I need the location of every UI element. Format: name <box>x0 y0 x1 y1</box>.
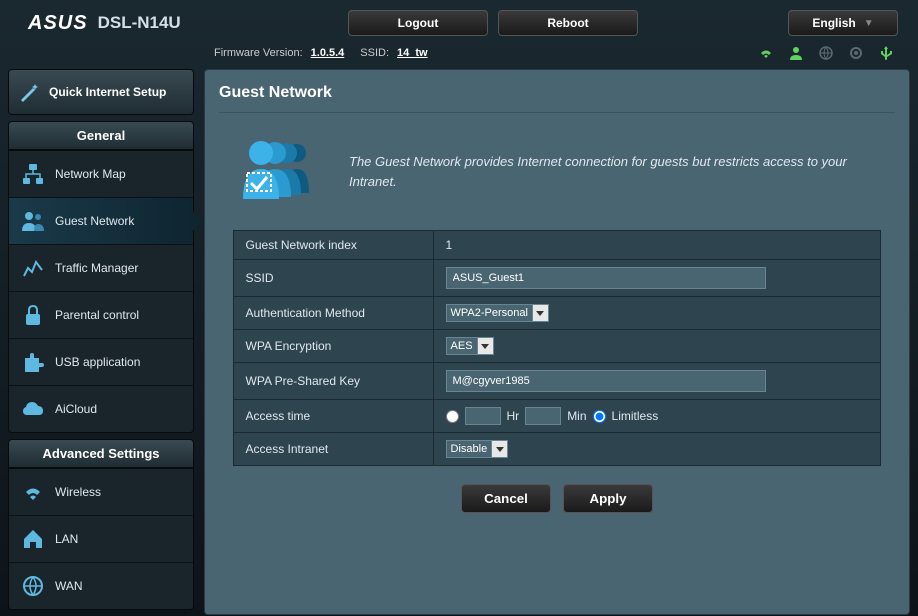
dropdown-arrow-icon <box>491 440 508 458</box>
cloud-icon <box>21 397 45 421</box>
psk-input[interactable] <box>446 370 766 392</box>
language-label: English <box>812 16 855 30</box>
limitless-radio[interactable] <box>593 410 606 423</box>
globe-icon[interactable] <box>818 45 834 61</box>
wireless-icon <box>21 480 45 504</box>
guest-network-icon <box>21 209 45 233</box>
qis-label: Quick Internet Setup <box>49 85 166 99</box>
puzzle-icon <box>21 350 45 374</box>
encryption-select[interactable]: AES <box>446 337 494 355</box>
encryption-select-value: AES <box>446 337 477 355</box>
apply-button[interactable]: Apply <box>563 484 653 513</box>
wand-icon <box>17 80 41 104</box>
model-name: DSL-N14U <box>98 13 181 33</box>
chevron-down-icon: ▼ <box>864 18 874 29</box>
index-label: Guest Network index <box>233 231 433 260</box>
sidebar-item-parental-control[interactable]: Parental control <box>9 292 193 339</box>
auth-label: Authentication Method <box>233 297 433 330</box>
access-time-label: Access time <box>233 400 433 433</box>
settings-table: Guest Network index 1 SSID Authenticatio… <box>233 230 882 466</box>
ssid-input[interactable] <box>446 267 766 289</box>
ssid-value[interactable]: 14_tw <box>397 47 428 59</box>
index-value: 1 <box>433 231 881 260</box>
intro-text: The Guest Network provides Internet conn… <box>349 152 877 191</box>
sidebar-item-label: LAN <box>55 532 78 546</box>
intranet-select-value: Disable <box>446 440 492 458</box>
advanced-header: Advanced Settings <box>8 439 194 468</box>
sidebar-item-usb-application[interactable]: USB application <box>9 339 193 386</box>
auth-select[interactable]: WPA2-Personal <box>446 304 549 322</box>
sidebar-item-wireless[interactable]: Wireless <box>9 469 193 516</box>
reboot-button[interactable]: Reboot <box>498 10 638 36</box>
sidebar-item-label: AiCloud <box>55 402 97 416</box>
language-dropdown[interactable]: English ▼ <box>788 10 898 36</box>
sidebar-item-guest-network[interactable]: Guest Network <box>9 198 193 245</box>
psk-label: WPA Pre-Shared Key <box>233 363 433 400</box>
wan-globe-icon <box>21 574 45 598</box>
access-time-radio[interactable] <box>446 410 459 423</box>
minutes-input[interactable] <box>525 407 561 425</box>
traffic-icon <box>21 256 45 280</box>
cog-icon[interactable] <box>848 45 864 61</box>
hr-label: Hr <box>507 409 520 423</box>
sidebar-item-label: Traffic Manager <box>55 261 138 275</box>
wifi-icon[interactable] <box>758 45 774 61</box>
sidebar-item-label: USB application <box>55 355 140 369</box>
general-header: General <box>8 121 194 150</box>
sidebar-item-label: WAN <box>55 579 83 593</box>
user-icon[interactable] <box>788 45 804 61</box>
dropdown-arrow-icon <box>532 304 549 322</box>
quick-internet-setup-button[interactable]: Quick Internet Setup <box>8 69 194 115</box>
enc-label: WPA Encryption <box>233 330 433 363</box>
lock-icon <box>21 303 45 327</box>
sidebar-item-label: Network Map <box>55 167 126 181</box>
guest-hero-icon <box>237 135 327 208</box>
brand-logo: ASUS <box>28 12 88 35</box>
intranet-label: Access Intranet <box>233 433 433 466</box>
hours-input[interactable] <box>465 407 501 425</box>
usb-icon[interactable] <box>878 45 894 61</box>
page-title: Guest Network <box>219 84 895 113</box>
logout-button[interactable]: Logout <box>348 10 488 36</box>
ssid-label: SSID <box>233 260 433 297</box>
sidebar-item-network-map[interactable]: Network Map <box>9 151 193 198</box>
home-icon <box>21 527 45 551</box>
sidebar-item-aicloud[interactable]: AiCloud <box>9 386 193 432</box>
network-map-icon <box>21 162 45 186</box>
sidebar-item-traffic-manager[interactable]: Traffic Manager <box>9 245 193 292</box>
intranet-select[interactable]: Disable <box>446 440 509 458</box>
sidebar-item-label: Parental control <box>55 308 139 322</box>
sidebar-item-wan[interactable]: WAN <box>9 563 193 609</box>
firmware-version[interactable]: 1.0.5.4 <box>311 47 345 59</box>
sidebar-item-lan[interactable]: LAN <box>9 516 193 563</box>
dropdown-arrow-icon <box>477 337 494 355</box>
min-label: Min <box>567 409 586 423</box>
firmware-label: Firmware Version: <box>214 47 303 59</box>
sidebar-item-label: Guest Network <box>55 214 134 228</box>
cancel-button[interactable]: Cancel <box>461 484 551 513</box>
auth-select-value: WPA2-Personal <box>446 304 532 322</box>
ssid-label: SSID: <box>360 47 389 59</box>
limitless-label: Limitless <box>612 409 659 423</box>
sidebar-item-label: Wireless <box>55 485 101 499</box>
